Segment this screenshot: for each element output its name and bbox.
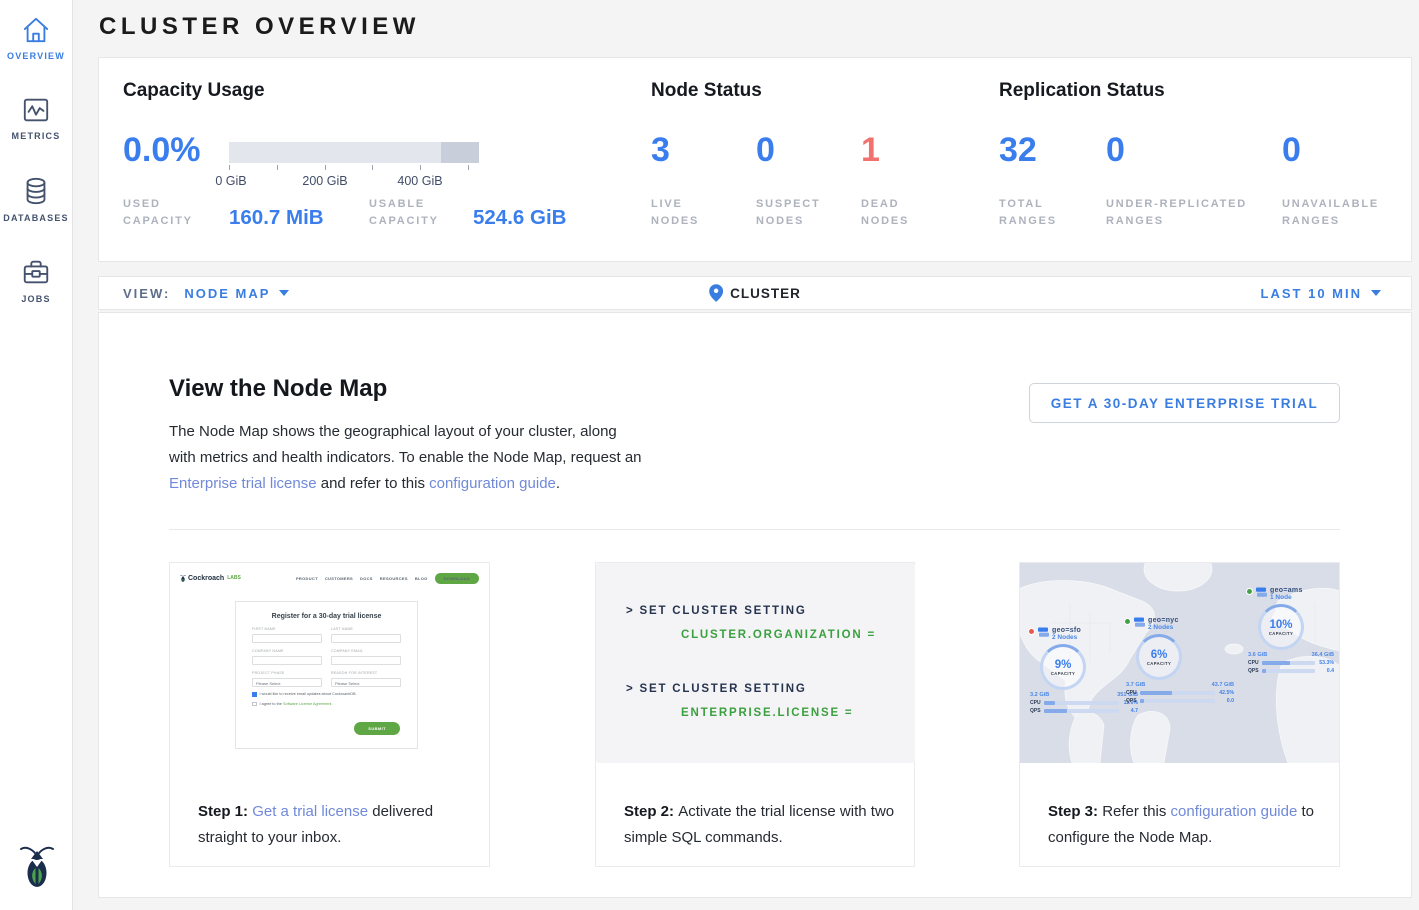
configuration-guide-link[interactable]: configuration guide	[1171, 803, 1298, 820]
live-node-status-dot	[1124, 618, 1131, 625]
unavailable-ranges-count: 0	[1282, 131, 1301, 170]
node-map-promo-panel: View the Node Map The Node Map shows the…	[98, 312, 1412, 898]
cluster-overview-page: OVERVIEW METRICS DATABASES JOBS	[0, 0, 1419, 910]
description-text: and refer to this	[317, 475, 430, 492]
node-stack-icon	[1134, 617, 1145, 628]
step3-card: geo=sfo2 Nodes 9% CAPACITY 3.2 GiB351 Gi…	[1019, 562, 1340, 867]
view-label: VIEW:	[123, 286, 170, 301]
capacity-usage-title: Capacity Usage	[123, 80, 265, 102]
replication-status-title: Replication Status	[999, 80, 1165, 102]
capacity-donut: 6% CAPACITY	[1136, 634, 1182, 680]
promo-heading: View the Node Map	[169, 375, 387, 403]
cockroach-labs-wordmark: Cockroach LABS	[180, 574, 241, 583]
cockroachdb-logo	[19, 843, 55, 896]
map-pin-icon	[709, 284, 723, 302]
view-bar: VIEW: NODE MAP CLUSTER LAST 10 MIN	[98, 276, 1412, 310]
sql-commands-block: > SET CLUSTER SETTING CLUSTER.ORGANIZATI…	[596, 563, 915, 763]
live-nodes-label: LIVE NODES	[651, 196, 731, 230]
capacity-axis-tick: 0 GiB	[203, 174, 259, 188]
capacity-bar-reserved-segment	[441, 142, 479, 163]
step2-card: > SET CLUSTER SETTING CLUSTER.ORGANIZATI…	[595, 562, 915, 867]
used-capacity-label: USED CAPACITY	[123, 196, 209, 230]
sidebar-item-databases[interactable]: DATABASES	[0, 176, 72, 223]
capacity-axis-tick: 400 GiB	[392, 174, 448, 188]
step2-caption: Step 2: Activate the trial license with …	[624, 799, 896, 851]
time-range-dropdown[interactable]: LAST 10 MIN	[1261, 277, 1381, 309]
mini-checkbox-unchecked	[252, 702, 257, 707]
chevron-down-icon	[1371, 290, 1381, 296]
unavailable-ranges-label: UNAVAILABLE RANGES	[1282, 196, 1392, 230]
dead-nodes-count: 1	[861, 131, 880, 170]
description-text: The Node Map shows the geographical layo…	[169, 423, 642, 466]
suspect-nodes-label: SUSPECT NODES	[756, 196, 836, 230]
mini-checkbox-checked	[252, 692, 257, 697]
sidebar-item-label: OVERVIEW	[0, 51, 72, 61]
live-nodes-count: 3	[651, 131, 670, 170]
home-icon	[21, 16, 51, 44]
locality-widget-ams: geo=ams1 Node 10% CAPACITY 3.6 GiB36.4 G…	[1246, 587, 1336, 676]
sidebar-item-jobs[interactable]: JOBS	[0, 257, 72, 304]
live-node-status-dot	[1246, 588, 1253, 595]
get-trial-license-link[interactable]: Get a trial license	[252, 803, 368, 820]
sidebar-item-label: DATABASES	[0, 213, 72, 223]
get-enterprise-trial-button[interactable]: GET A 30-DAY ENTERPRISE TRIAL	[1029, 383, 1340, 423]
scope-label: CLUSTER	[730, 286, 801, 301]
locality-widget-nyc: geo=nyc2 Nodes 6% CAPACITY 3.7 GiB43.7 G…	[1124, 617, 1236, 706]
capacity-bar	[229, 142, 479, 163]
step1-card: Cockroach LABS PRODUCT CUSTOMERS DOCS RE…	[169, 562, 490, 867]
dead-node-status-dot	[1028, 628, 1035, 635]
trial-registration-screenshot: Cockroach LABS PRODUCT CUSTOMERS DOCS RE…	[170, 563, 489, 777]
chevron-down-icon	[279, 290, 289, 296]
sidebar-item-metrics[interactable]: METRICS	[0, 96, 72, 141]
trial-registration-form: Register for a 30-day trial license FIRS…	[235, 601, 418, 749]
total-ranges-count: 32	[999, 131, 1037, 170]
description-text: .	[556, 475, 560, 492]
scope-breadcrumb[interactable]: CLUSTER	[709, 277, 801, 309]
node-stack-icon	[1256, 587, 1267, 598]
node-stack-icon	[1038, 627, 1049, 638]
dead-nodes-label: DEAD NODES	[861, 196, 941, 230]
view-dropdown[interactable]: NODE MAP	[184, 286, 270, 301]
metrics-icon	[21, 96, 51, 124]
step3-caption: Step 3: Refer this configuration guide t…	[1048, 799, 1321, 851]
capacity-donut: 10% CAPACITY	[1258, 604, 1304, 650]
mini-submit-button: SUBMIT	[354, 722, 400, 735]
view-selector[interactable]: VIEW: NODE MAP	[123, 277, 289, 309]
page-title: CLUSTER OVERVIEW	[99, 13, 420, 41]
usable-capacity-label: USABLE CAPACITY	[369, 196, 455, 230]
used-capacity-value: 160.7 MiB	[229, 206, 324, 230]
suspect-nodes-count: 0	[756, 131, 775, 170]
capacity-used-percent: 0.0%	[123, 131, 201, 170]
sidebar-item-label: METRICS	[0, 131, 72, 141]
node-map-preview: geo=sfo2 Nodes 9% CAPACITY 3.2 GiB351 Gi…	[1020, 563, 1339, 763]
mini-nav: PRODUCT CUSTOMERS DOCS RESOURCES BLOG DO…	[296, 573, 479, 584]
usable-capacity-value: 524.6 GiB	[473, 206, 566, 230]
node-map-description: The Node Map shows the geographical layo…	[169, 419, 644, 497]
total-ranges-label: TOTAL RANGES	[999, 196, 1079, 230]
section-divider	[169, 529, 1340, 530]
configuration-guide-link[interactable]: configuration guide	[429, 475, 556, 492]
capacity-axis-tick: 200 GiB	[297, 174, 353, 188]
mini-download-button: DOWNLOAD	[435, 573, 479, 584]
sidebar-item-overview[interactable]: OVERVIEW	[0, 16, 72, 61]
capacity-donut: 9% CAPACITY	[1040, 644, 1086, 690]
databases-icon	[21, 176, 51, 206]
cockroach-bug-icon	[180, 574, 186, 583]
time-range-value: LAST 10 MIN	[1261, 286, 1362, 301]
step1-caption: Step 1: Get a trial license delivered st…	[198, 799, 471, 851]
under-replicated-ranges-count: 0	[1106, 131, 1125, 170]
cockroach-bug-icon	[19, 843, 55, 891]
under-replicated-ranges-label: UNDER-REPLICATED RANGES	[1106, 196, 1266, 230]
enterprise-trial-license-link[interactable]: Enterprise trial license	[169, 475, 317, 492]
summary-panel: Capacity Usage 0.0% 0 GiB 200 GiB 400 Gi…	[98, 57, 1412, 262]
node-status-title: Node Status	[651, 80, 762, 102]
jobs-icon	[21, 257, 51, 287]
sidebar-item-label: JOBS	[0, 294, 72, 304]
sidebar: OVERVIEW METRICS DATABASES JOBS	[0, 0, 73, 910]
